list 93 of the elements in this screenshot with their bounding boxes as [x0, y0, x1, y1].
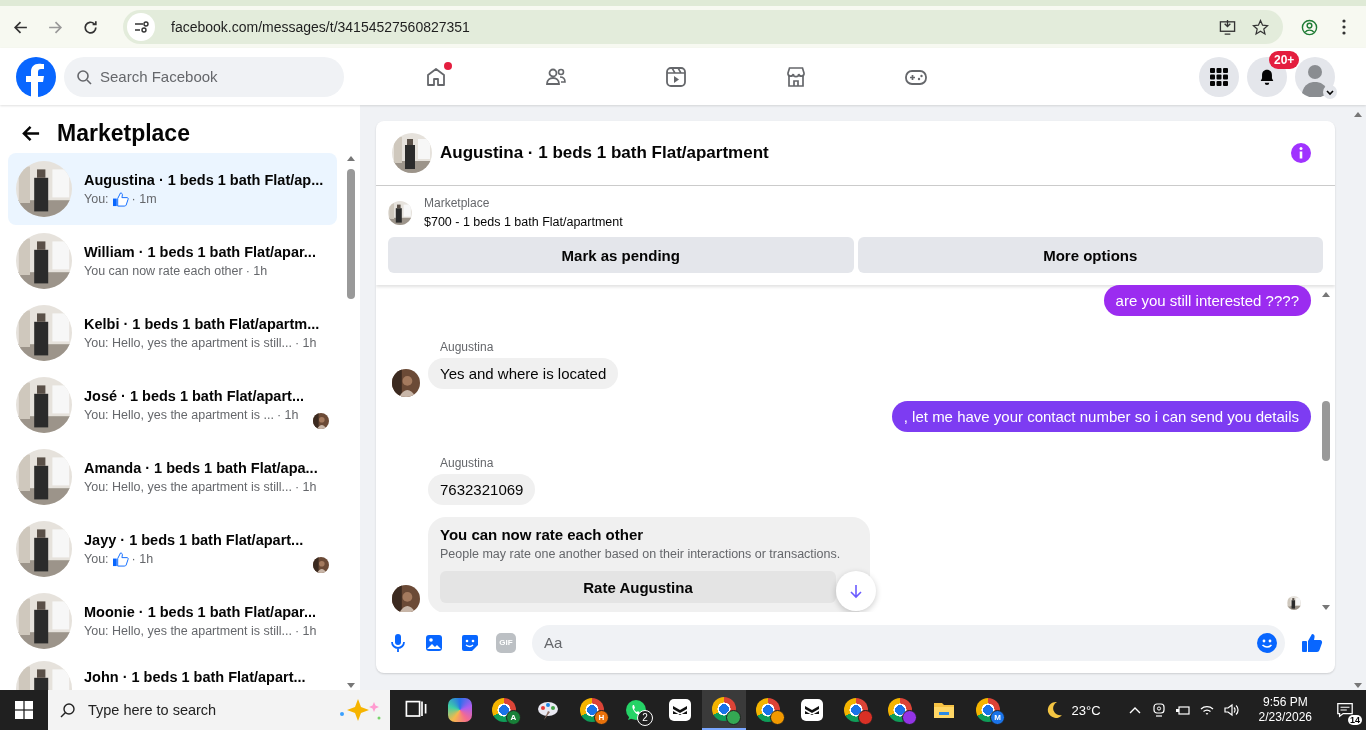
emoji-icon[interactable] — [1257, 632, 1277, 653]
notification-badge: 20+ — [1269, 50, 1300, 69]
conversation-title: Moonie · 1 beds 1 bath Flat/apar... — [84, 604, 317, 620]
marketplace-icon[interactable] — [784, 64, 808, 89]
profile-icon[interactable] — [1301, 18, 1318, 36]
message-time: · 1h — [295, 336, 317, 350]
message-time: · 1h — [295, 624, 317, 638]
message-preview: You: Hello, yes the apartment is ... — [84, 408, 274, 422]
chat-title: Augustina · 1 beds 1 bath Flat/apartment — [440, 143, 770, 163]
windows-icon[interactable] — [15, 701, 33, 719]
site-settings-icon[interactable] — [127, 13, 155, 41]
listing-action-button[interactable]: More options — [857, 237, 1323, 273]
sticker-icon[interactable] — [460, 632, 480, 653]
grid-icon — [1210, 67, 1228, 86]
chrome-icon — [580, 698, 604, 722]
star-icon[interactable] — [1252, 18, 1269, 36]
sender-name: Augustina — [440, 340, 495, 354]
search-icon — [60, 702, 76, 718]
card-text: People may rate one another based on their interactions or transactions. — [440, 547, 842, 561]
message-time: · 1h — [276, 408, 299, 422]
message-time: · 1h — [295, 480, 317, 494]
taskbar-app-button[interactable]: A — [482, 690, 526, 730]
temperature[interactable]: 23°C — [1071, 702, 1101, 718]
scroll-up-icon[interactable] — [1322, 292, 1330, 297]
chrome-icon — [976, 698, 1000, 722]
message-time: · 1h — [245, 264, 268, 278]
listing-action-button[interactable]: Mark as pending — [388, 237, 854, 273]
scrollbar-thumb[interactable] — [347, 169, 355, 299]
camera-icon[interactable] — [1150, 702, 1167, 718]
conversation-item[interactable]: Kelbi · 1 beds 1 bath Flat/apartm... You: Hello, yes the apartment is still... · 1h — [8, 297, 337, 369]
conversation-item[interactable]: William · 1 beds 1 bath Flat/apar... You can now rate each other · 1h — [8, 225, 337, 297]
scroll-down-icon[interactable] — [347, 683, 355, 688]
conversation-title: Augustina · 1 beds 1 bath Flat/ap... — [84, 171, 324, 188]
listing-title: $700 - 1 beds 1 bath Flat/apartment — [424, 215, 623, 229]
message-preview: You: Hello, yes the apartment is still... — [84, 336, 292, 350]
bell-icon — [1258, 67, 1276, 86]
conversation-item[interactable]: Augustina · 1 beds 1 bath Flat/ap... You: · 1m — [8, 153, 337, 225]
chevron-icon[interactable] — [1323, 84, 1337, 99]
menu-button[interactable] — [1199, 56, 1239, 97]
message-preview: You: — [84, 192, 109, 206]
conversation-title: Jayy · 1 beds 1 bath Flat/apart... — [84, 531, 304, 548]
message-preview: You: — [84, 552, 109, 566]
message-preview: You can now rate each other — [84, 264, 243, 278]
rate-button[interactable]: Rate Augustina — [440, 571, 836, 603]
menu-icon[interactable] — [1342, 19, 1346, 35]
microphone-icon[interactable] — [388, 632, 408, 653]
conversation-title: Amanda · 1 beds 1 bath Flat/apa... — [84, 460, 318, 476]
speaker-icon[interactable] — [1222, 702, 1239, 718]
received-message: Yes and where is located — [428, 358, 619, 389]
video-icon[interactable] — [664, 64, 688, 89]
taskbar-app-button[interactable]: 2 — [614, 690, 658, 730]
clock[interactable]: 9:56 PM 2/23/2026 — [1258, 695, 1312, 725]
scroll-down-icon[interactable] — [1354, 683, 1362, 688]
conversation-item[interactable]: José · 1 beds 1 bath Flat/apart... You: Hello, yes the apartment is ... · 1h — [8, 369, 337, 441]
scrollbar-thumb[interactable] — [1322, 401, 1330, 461]
chrome-icon — [492, 698, 516, 722]
conversation-item[interactable]: Jayy · 1 beds 1 bath Flat/apart... You: · 1h — [8, 513, 337, 585]
scroll-down-icon[interactable] — [1322, 605, 1330, 610]
sent-message: , let me have your contact number so i can send you details — [891, 401, 1311, 432]
scroll-up-icon[interactable] — [347, 156, 355, 161]
message-field[interactable]: Aa — [532, 624, 1285, 661]
arrow-down-icon — [848, 583, 864, 599]
listing-label: Marketplace — [424, 196, 491, 210]
sidebar-title: Marketplace — [57, 119, 190, 147]
scroll-up-icon[interactable] — [1354, 112, 1362, 117]
install-icon[interactable] — [1219, 18, 1236, 36]
conversation-title: Kelbi · 1 beds 1 bath Flat/apartm... — [84, 316, 320, 332]
search-field[interactable]: Search Facebook — [64, 56, 344, 97]
sender-name: Augustina — [440, 456, 495, 470]
image-icon[interactable] — [424, 632, 444, 653]
reload-icon[interactable] — [82, 18, 99, 36]
thumbs-up-icon[interactable] — [1301, 632, 1323, 653]
message-time: · 1m — [131, 192, 157, 206]
search-icon — [76, 68, 92, 85]
message-icon — [1336, 701, 1354, 719]
card-title: You can now rate each other — [440, 526, 645, 543]
taskbar-app-button[interactable] — [702, 690, 746, 730]
taskbar-search-field[interactable]: Type here to search — [48, 690, 390, 730]
conversation-item[interactable]: Moonie · 1 beds 1 bath Flat/apar... You: Hello, yes the apartment is still... · 1h — [8, 585, 337, 657]
conversation-title: John · 1 beds 1 bath Flat/apart... — [84, 669, 306, 685]
info-icon[interactable] — [1291, 143, 1311, 163]
account-avatar[interactable] — [1295, 56, 1335, 97]
taskbar-app-button[interactable]: M — [966, 690, 1010, 730]
logo-icon[interactable] — [16, 56, 56, 97]
back-icon[interactable] — [22, 123, 41, 143]
received-message: 7632321069 — [428, 474, 536, 505]
conversation-title: William · 1 beds 1 bath Flat/apar... — [84, 244, 316, 260]
sent-message: are you still interested ???? — [1103, 285, 1311, 316]
message-preview: You: Hello, yes the apartment is still... — [84, 624, 292, 638]
message-preview: You: Hello, yes the apartment is still... — [84, 480, 292, 494]
conversation-title: José · 1 beds 1 bath Flat/apart... — [84, 388, 304, 404]
conversation-item[interactable]: Amanda · 1 beds 1 bath Flat/apa... You: Hello, yes the apartment is still... · 1h — [8, 441, 337, 513]
message-time: · 1h — [131, 552, 154, 566]
